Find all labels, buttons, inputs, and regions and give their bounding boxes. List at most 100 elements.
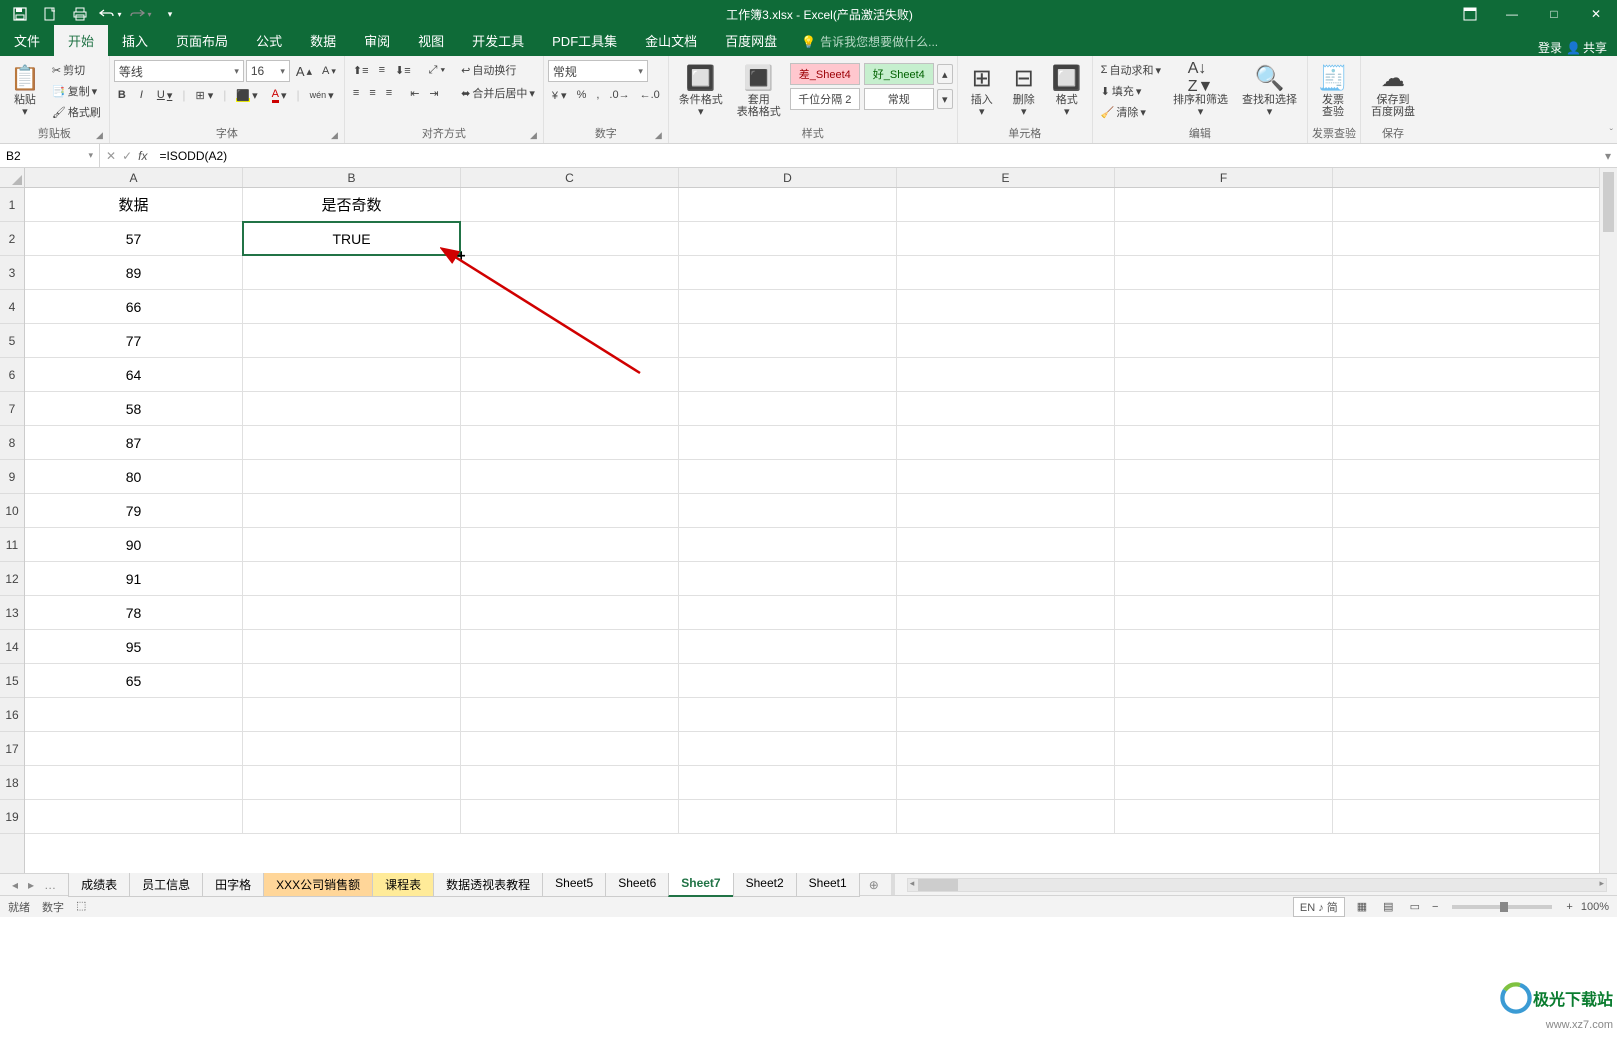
- cell-F3[interactable]: [1115, 256, 1333, 289]
- cell-D16[interactable]: [679, 698, 897, 731]
- tab-home[interactable]: 开始: [54, 25, 108, 56]
- tab-kingsoft[interactable]: 金山文档: [631, 25, 711, 56]
- cell-D11[interactable]: [679, 528, 897, 561]
- grow-font-button[interactable]: A▴: [292, 61, 316, 81]
- cells-area[interactable]: 数据是否奇数57TRUE89667764588780799091789565: [25, 188, 1599, 873]
- macro-record-icon[interactable]: ⬚: [76, 899, 86, 915]
- row-header[interactable]: 6: [0, 358, 24, 392]
- ribbon-options-icon[interactable]: [1449, 0, 1491, 28]
- cell-B4[interactable]: [243, 290, 461, 323]
- paste-button[interactable]: 📋 粘贴▾: [4, 60, 46, 120]
- cell-C16[interactable]: [461, 698, 679, 731]
- sheet-tab[interactable]: Sheet6: [605, 873, 669, 897]
- name-box[interactable]: ▾: [0, 144, 100, 167]
- cell-E8[interactable]: [897, 426, 1115, 459]
- hscroll-left-icon[interactable]: ◂: [910, 878, 915, 889]
- cell-F2[interactable]: [1115, 222, 1333, 255]
- cell-style-normal[interactable]: 常规: [864, 88, 934, 110]
- cell-E6[interactable]: [897, 358, 1115, 391]
- cell-F4[interactable]: [1115, 290, 1333, 323]
- cell-E10[interactable]: [897, 494, 1115, 527]
- cell-E16[interactable]: [897, 698, 1115, 731]
- number-dialog-icon[interactable]: ◢: [655, 130, 662, 141]
- cell-A9[interactable]: 80: [25, 460, 243, 493]
- row-header[interactable]: 7: [0, 392, 24, 426]
- cell-E19[interactable]: [897, 800, 1115, 833]
- sheet-tab[interactable]: Sheet7: [668, 873, 733, 897]
- name-box-input[interactable]: [6, 149, 76, 163]
- save-to-baidu-button[interactable]: ☁保存到 百度网盘: [1365, 60, 1421, 120]
- delete-cells-button[interactable]: ⊟删除▾: [1004, 60, 1044, 120]
- find-select-button[interactable]: 🔍查找和选择▾: [1236, 60, 1303, 120]
- cell-C4[interactable]: [461, 290, 679, 323]
- cell-C10[interactable]: [461, 494, 679, 527]
- cell-B10[interactable]: [243, 494, 461, 527]
- vertical-scrollbar[interactable]: [1599, 168, 1617, 873]
- hscroll-thumb[interactable]: [918, 879, 958, 891]
- cell-E2[interactable]: [897, 222, 1115, 255]
- font-name-combo[interactable]: 等线▾: [114, 60, 244, 82]
- enter-formula-icon[interactable]: ✓: [122, 149, 132, 163]
- cell-E15[interactable]: [897, 664, 1115, 697]
- sheet-tab[interactable]: 田字格: [202, 873, 264, 897]
- select-all-button[interactable]: [0, 168, 25, 188]
- cell-F6[interactable]: [1115, 358, 1333, 391]
- tab-insert[interactable]: 插入: [108, 25, 162, 56]
- cell-A3[interactable]: 89: [25, 256, 243, 289]
- copy-button[interactable]: 📑复制 ▾: [48, 81, 105, 101]
- cell-F7[interactable]: [1115, 392, 1333, 425]
- cell-D2[interactable]: [679, 222, 897, 255]
- cell-A6[interactable]: 64: [25, 358, 243, 391]
- cell-C14[interactable]: [461, 630, 679, 663]
- row-header[interactable]: 4: [0, 290, 24, 324]
- cell-C12[interactable]: [461, 562, 679, 595]
- cell-style-bad[interactable]: 差_Sheet4: [790, 63, 860, 85]
- collapse-ribbon-icon[interactable]: ˇ: [1610, 128, 1613, 139]
- fill-color-button[interactable]: ⬛ ▾: [232, 85, 261, 105]
- save-icon[interactable]: [6, 2, 34, 26]
- cell-F15[interactable]: [1115, 664, 1333, 697]
- column-header[interactable]: A: [25, 168, 243, 187]
- cell-C7[interactable]: [461, 392, 679, 425]
- cell-E5[interactable]: [897, 324, 1115, 357]
- style-scroll-up[interactable]: ▴: [937, 64, 953, 84]
- tab-baidu[interactable]: 百度网盘: [711, 25, 791, 56]
- cell-style-thousand[interactable]: 千位分隔 2: [790, 88, 860, 110]
- align-left-button[interactable]: ≡: [349, 83, 363, 103]
- column-header[interactable]: C: [461, 168, 679, 187]
- autosum-button[interactable]: Σ自动求和 ▾: [1097, 60, 1165, 80]
- row-header[interactable]: 12: [0, 562, 24, 596]
- quickprint-icon[interactable]: [66, 2, 94, 26]
- border-button[interactable]: ⊞ ▾: [191, 85, 217, 105]
- cell-style-good[interactable]: 好_Sheet4: [864, 63, 934, 85]
- tab-view[interactable]: 视图: [404, 25, 458, 56]
- align-bottom-button[interactable]: ⬇≡: [391, 60, 415, 80]
- cell-F8[interactable]: [1115, 426, 1333, 459]
- qat-customize-icon[interactable]: ▾: [156, 2, 184, 26]
- minimize-icon[interactable]: —: [1491, 0, 1533, 28]
- cell-D12[interactable]: [679, 562, 897, 595]
- cell-B5[interactable]: [243, 324, 461, 357]
- underline-button[interactable]: U ▾: [153, 85, 176, 105]
- page-break-view-icon[interactable]: ▭: [1406, 898, 1424, 915]
- cell-F13[interactable]: [1115, 596, 1333, 629]
- sheet-tab[interactable]: XXX公司销售额: [263, 873, 373, 897]
- cell-C2[interactable]: [461, 222, 679, 255]
- ime-status[interactable]: EN ♪ 简: [1293, 897, 1345, 917]
- cell-B3[interactable]: [243, 256, 461, 289]
- row-header[interactable]: 3: [0, 256, 24, 290]
- cell-A4[interactable]: 66: [25, 290, 243, 323]
- cell-F5[interactable]: [1115, 324, 1333, 357]
- merge-button[interactable]: ⬌合并后居中 ▾: [457, 83, 539, 103]
- cell-F14[interactable]: [1115, 630, 1333, 663]
- cell-A17[interactable]: [25, 732, 243, 765]
- indent-button[interactable]: ⇥: [425, 83, 442, 103]
- cell-C1[interactable]: [461, 188, 679, 221]
- tab-developer[interactable]: 开发工具: [458, 25, 538, 56]
- cell-B6[interactable]: [243, 358, 461, 391]
- tab-data[interactable]: 数据: [296, 25, 350, 56]
- sheet-tab[interactable]: Sheet2: [733, 873, 797, 897]
- cell-B14[interactable]: [243, 630, 461, 663]
- normal-view-icon[interactable]: ▦: [1353, 898, 1371, 915]
- bold-button[interactable]: B: [114, 85, 130, 105]
